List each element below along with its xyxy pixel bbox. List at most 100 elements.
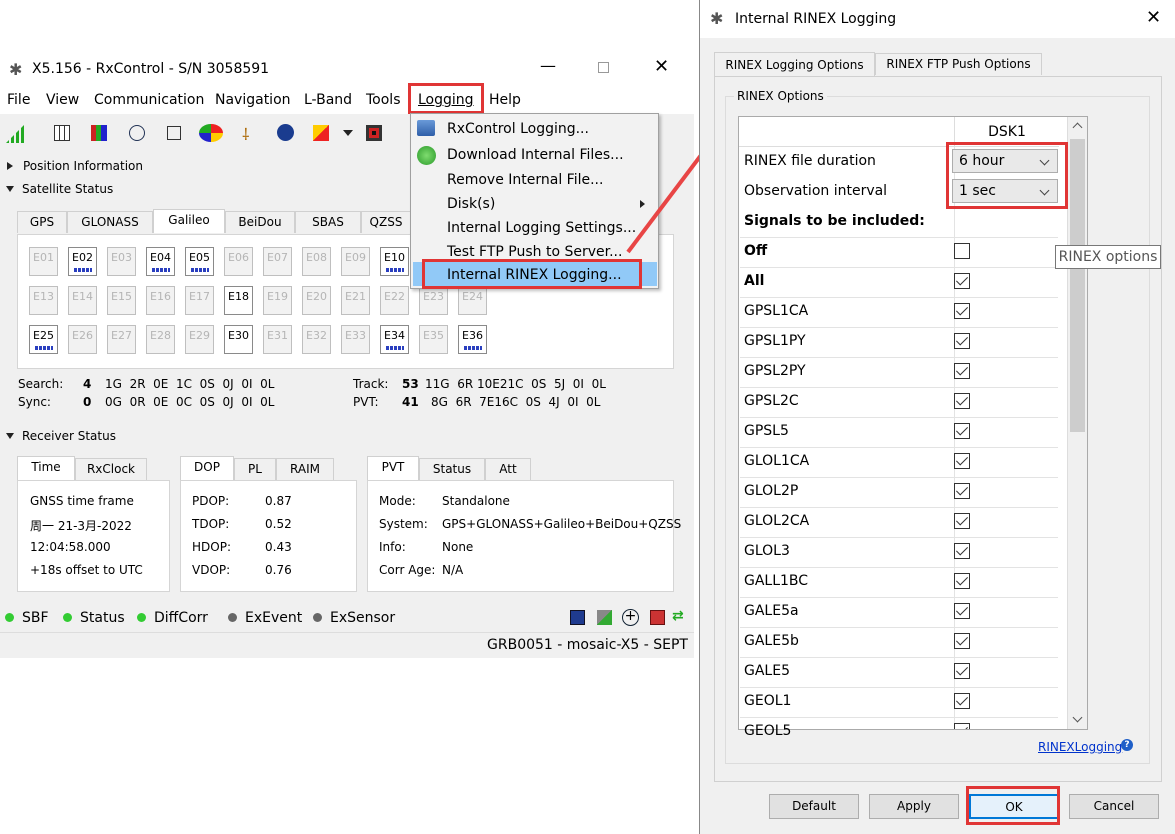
scroll-down-icon[interactable]	[1072, 712, 1083, 723]
signal-checkbox[interactable]	[954, 543, 970, 559]
help-icon[interactable]: ?	[1121, 739, 1133, 751]
signal-checkbox[interactable]	[954, 423, 970, 439]
menu-lband[interactable]: L-Band	[304, 92, 352, 108]
scroll-thumb[interactable]	[1070, 139, 1085, 432]
scroll-up-icon[interactable]	[1072, 122, 1083, 133]
menu-file[interactable]: File	[7, 92, 30, 108]
tab-status[interactable]: Status	[419, 458, 485, 480]
signal-checkbox[interactable]	[954, 693, 970, 709]
tab-pl[interactable]: PL	[234, 458, 276, 480]
signal-checkbox[interactable]	[954, 633, 970, 649]
cancel-button[interactable]: Cancel	[1069, 794, 1159, 819]
satellite-e10[interactable]: E10	[380, 247, 409, 276]
bar-chart-icon[interactable]	[91, 125, 107, 141]
antenna-icon[interactable]: ⸸	[242, 123, 262, 144]
satellite-e36[interactable]: E36	[458, 325, 487, 354]
satellite-e21[interactable]: E21	[341, 286, 370, 315]
menu-download-internal-files[interactable]: Download Internal Files...	[447, 147, 624, 163]
ionosphere-icon[interactable]	[277, 124, 294, 141]
satellite-e22[interactable]: E22	[380, 286, 409, 315]
satellite-e05[interactable]: E05	[185, 247, 214, 276]
default-button[interactable]: Default	[769, 794, 859, 819]
minimize-icon[interactable]: —	[540, 56, 556, 75]
signal-checkbox[interactable]	[954, 303, 970, 319]
tab-gps[interactable]: GPS	[17, 211, 67, 233]
satellite-e04[interactable]: E04	[146, 247, 175, 276]
apply-button[interactable]: Apply	[869, 794, 959, 819]
satellite-e28[interactable]: E28	[146, 325, 175, 354]
tab-glonass[interactable]: GLONASS	[67, 211, 153, 233]
tab-beidou[interactable]: BeiDou	[225, 211, 295, 233]
satellite-e09[interactable]: E09	[341, 247, 370, 276]
tab-sbas[interactable]: SBAS	[295, 211, 361, 233]
tab-rinex-logging-options[interactable]: RINEX Logging Options	[714, 52, 875, 78]
disconnect-icon[interactable]	[650, 610, 665, 625]
satellite-e35[interactable]: E35	[419, 325, 448, 354]
satellite-e33[interactable]: E33	[341, 325, 370, 354]
maximize-icon[interactable]	[598, 62, 609, 73]
signal-strength-icon[interactable]	[6, 123, 26, 143]
signal-checkbox[interactable]	[954, 363, 970, 379]
receiver-status-header[interactable]: Receiver Status	[6, 429, 116, 443]
satellite-e20[interactable]: E20	[302, 286, 331, 315]
satellite-e07[interactable]: E07	[263, 247, 292, 276]
rinex-logging-help-link[interactable]: RINEXLogging	[1038, 740, 1122, 754]
crosshair-icon[interactable]	[129, 125, 145, 141]
tab-rinex-ftp-push-options[interactable]: RINEX FTP Push Options	[875, 53, 1042, 75]
grid-icon[interactable]	[54, 125, 70, 141]
tab-rxclock[interactable]: RxClock	[75, 458, 147, 480]
satellite-e06[interactable]: E06	[224, 247, 253, 276]
satellite-e13[interactable]: E13	[29, 286, 58, 315]
dropdown-arrow-icon[interactable]	[343, 130, 353, 136]
signal-checkbox[interactable]	[954, 243, 970, 259]
scrollbar[interactable]	[1067, 117, 1087, 729]
satellite-e23[interactable]: E23	[419, 286, 448, 315]
signal-checkbox[interactable]	[954, 273, 970, 289]
menu-navigation[interactable]: Navigation	[215, 92, 291, 108]
satellite-e16[interactable]: E16	[146, 286, 175, 315]
add-icon[interactable]: +	[622, 609, 639, 626]
tools-icon[interactable]	[597, 610, 612, 625]
menu-remove-internal-file[interactable]: Remove Internal File...	[447, 172, 603, 188]
skyplot-icon[interactable]	[199, 124, 223, 142]
tab-time[interactable]: Time	[17, 456, 75, 480]
signal-checkbox[interactable]	[954, 393, 970, 409]
menu-communication[interactable]: Communication	[94, 92, 204, 108]
menu-view[interactable]: View	[46, 92, 79, 108]
signal-checkbox[interactable]	[954, 453, 970, 469]
dialog-close-icon[interactable]: ✕	[1146, 7, 1161, 28]
satellite-e27[interactable]: E27	[107, 325, 136, 354]
menu-disks[interactable]: Disk(s)	[447, 196, 495, 212]
satellite-e15[interactable]: E15	[107, 286, 136, 315]
satellite-e02[interactable]: E02	[68, 247, 97, 276]
satellite-e01[interactable]: E01	[29, 247, 58, 276]
tab-qzss[interactable]: QZSS	[361, 211, 411, 233]
signal-checkbox[interactable]	[954, 663, 970, 679]
satellite-e29[interactable]: E29	[185, 325, 214, 354]
record-icon[interactable]	[366, 125, 382, 141]
tab-raim[interactable]: RAIM	[276, 458, 334, 480]
satellite-e24[interactable]: E24	[458, 286, 487, 315]
satellite-e08[interactable]: E08	[302, 247, 331, 276]
satellite-e18[interactable]: E18	[224, 286, 253, 315]
save-icon[interactable]	[570, 610, 585, 625]
satellite-e19[interactable]: E19	[263, 286, 292, 315]
tab-dop[interactable]: DOP	[180, 456, 234, 480]
menu-tools[interactable]: Tools	[366, 92, 401, 108]
signal-checkbox[interactable]	[954, 513, 970, 529]
menu-test-ftp-push[interactable]: Test FTP Push to Server...	[447, 244, 622, 260]
satellite-e30[interactable]: E30	[224, 325, 253, 354]
position-info-header[interactable]: Position Information	[7, 159, 143, 173]
satellite-e14[interactable]: E14	[68, 286, 97, 315]
tab-att[interactable]: Att	[485, 458, 531, 480]
tab-pvt[interactable]: PVT	[367, 456, 419, 480]
satellite-e31[interactable]: E31	[263, 325, 292, 354]
satellite-e03[interactable]: E03	[107, 247, 136, 276]
satellite-e26[interactable]: E26	[68, 325, 97, 354]
signal-checkbox[interactable]	[954, 723, 970, 729]
menu-rxcontrol-logging[interactable]: RxControl Logging...	[447, 121, 589, 137]
satellite-e32[interactable]: E32	[302, 325, 331, 354]
satellite-status-header[interactable]: Satellite Status	[6, 182, 113, 196]
satellite-e25[interactable]: E25	[29, 325, 58, 354]
signal-checkbox[interactable]	[954, 573, 970, 589]
